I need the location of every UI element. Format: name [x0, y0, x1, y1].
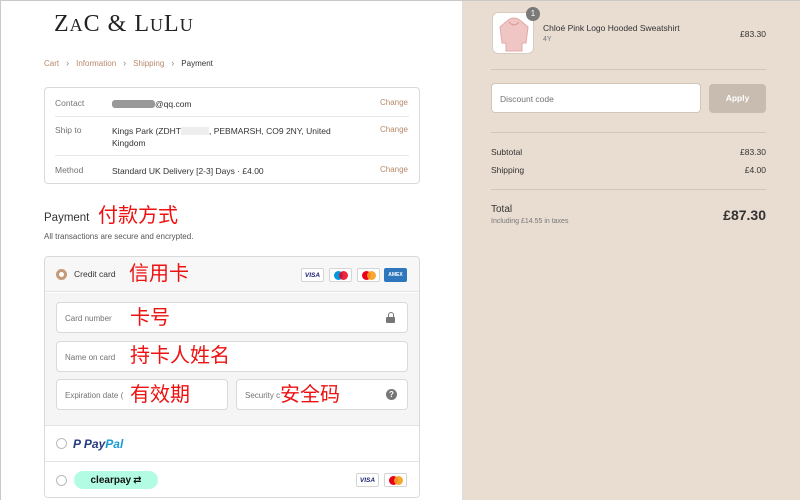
logo-letter: U: [150, 15, 165, 35]
name-placeholder: Name on card: [65, 353, 116, 362]
apply-button[interactable]: Apply: [709, 84, 766, 113]
maestro-icon: [329, 268, 352, 282]
payment-methods-box: Credit card VISA AMEX 信用卡 Card number Na…: [44, 256, 420, 498]
breadcrumb-cart[interactable]: Cart: [44, 59, 59, 68]
security-placeholder: Security c: [245, 391, 281, 400]
clearpay-logo: clearpay ⇄: [74, 471, 158, 489]
product-name: Chloé Pink Logo Hooded Sweatshirt: [543, 23, 680, 33]
credit-card-form: Card number Name on card Expiration date…: [45, 293, 419, 426]
annotation-credit-card: 信用卡: [129, 261, 189, 285]
paypal-p-icon: P: [73, 437, 81, 451]
logo-letter: C & L: [83, 11, 151, 37]
brand-logo[interactable]: ZAC & LULU: [54, 11, 194, 38]
chevron-right-icon: ›: [171, 58, 175, 68]
paypal-text-b: Pal: [105, 437, 124, 451]
amex-icon: AMEX: [384, 268, 407, 282]
lock-icon: [386, 312, 395, 323]
payment-subtitle: All transactions are secure and encrypte…: [44, 232, 194, 241]
change-ship-link[interactable]: Change: [380, 125, 408, 134]
quantity-badge: 1: [526, 7, 540, 21]
subtotal-value: £83.30: [740, 147, 766, 157]
logo-letter: U: [179, 15, 194, 35]
divider: [491, 132, 766, 133]
contact-email: @qq.com: [155, 99, 192, 109]
total-value: £87.30: [723, 207, 766, 223]
divider: [55, 116, 409, 117]
visa-text: VISA: [359, 476, 376, 484]
annotation-payment-method: 付款方式: [98, 203, 178, 227]
card-number-placeholder: Card number: [65, 314, 112, 323]
logo-letter: A: [69, 15, 84, 35]
redacted-block: [180, 127, 209, 135]
annotation-expiry: 有效期: [130, 382, 190, 406]
amex-text: AMEX: [388, 272, 403, 278]
order-summary: 1 Chloé Pink Logo Hooded Sweatshirt 4Y £…: [462, 1, 800, 500]
shipping-value: £4.00: [744, 165, 766, 175]
address-part: Kings Park (ZDHT: [112, 126, 181, 136]
credit-card-label: Credit card: [74, 269, 116, 279]
contact-value: @qq.com: [112, 98, 352, 110]
annotation-cardholder: 持卡人姓名: [130, 343, 230, 367]
expiry-placeholder: Expiration date (: [65, 391, 124, 400]
clearpay-option[interactable]: clearpay ⇄ VISA: [45, 462, 419, 497]
annotation-security: 安全码: [280, 382, 340, 406]
paypal-option[interactable]: P PayPal: [45, 426, 419, 462]
method-label: Method: [55, 165, 84, 175]
visa-icon: VISA: [356, 473, 379, 487]
change-contact-link[interactable]: Change: [380, 98, 408, 107]
name-on-card-field[interactable]: Name on card: [56, 341, 408, 372]
breadcrumb-information[interactable]: Information: [76, 59, 116, 68]
breadcrumb-payment: Payment: [181, 58, 213, 68]
help-icon[interactable]: ?: [386, 389, 397, 400]
discount-code-input[interactable]: Discount code: [491, 83, 701, 113]
credit-card-radio[interactable]: [56, 269, 67, 280]
ship-to-value: Kings Park (ZDHT, PEBMARSH, CO9 2NY, Uni…: [112, 125, 352, 149]
logo-letter: Z: [54, 11, 70, 37]
card-number-field[interactable]: Card number: [56, 302, 408, 333]
annotation-card-number: 卡号: [130, 305, 170, 329]
breadcrumb-shipping[interactable]: Shipping: [133, 59, 164, 68]
logo-letter: L: [164, 11, 180, 37]
tax-note: Including £14.55 in taxes: [491, 218, 569, 225]
divider: [491, 189, 766, 190]
contact-label: Contact: [55, 98, 85, 108]
checkout-main: ZAC & LULU Cart › Information › Shipping…: [1, 1, 462, 500]
chevron-right-icon: ›: [123, 58, 127, 68]
mastercard-icon: [384, 473, 407, 487]
total-label: Total: [491, 204, 513, 215]
breadcrumb: Cart › Information › Shipping › Payment: [44, 58, 213, 68]
method-value: Standard UK Delivery [2-3] Days · £4.00: [112, 166, 264, 176]
mastercard-icon: [357, 268, 380, 282]
shipping-label: Shipping: [491, 165, 525, 175]
divider: [55, 155, 409, 156]
subtotal-label: Subtotal: [491, 147, 523, 157]
clearpay-radio[interactable]: [56, 475, 67, 486]
paypal-radio[interactable]: [56, 438, 67, 449]
ship-to-label: Ship to: [55, 125, 82, 135]
redacted-block: [112, 100, 155, 108]
paypal-logo: P PayPal: [73, 437, 123, 451]
paypal-text-a: Pay: [83, 437, 106, 451]
product-price: £83.30: [740, 29, 766, 39]
visa-icon: VISA: [301, 268, 324, 282]
clearpay-text: clearpay: [90, 474, 132, 486]
clearpay-arrows-icon: ⇄: [133, 474, 142, 486]
discount-placeholder: Discount code: [500, 94, 554, 104]
visa-text: VISA: [304, 271, 321, 279]
divider: [491, 69, 766, 70]
product-variant: 4Y: [543, 36, 552, 43]
payment-heading: Payment: [44, 212, 90, 224]
change-method-link[interactable]: Change: [380, 165, 408, 174]
credit-card-option[interactable]: Credit card VISA AMEX: [45, 257, 419, 292]
review-box: Contact @qq.com Change Ship to Kings Par…: [44, 87, 420, 184]
chevron-right-icon: ›: [66, 58, 70, 68]
